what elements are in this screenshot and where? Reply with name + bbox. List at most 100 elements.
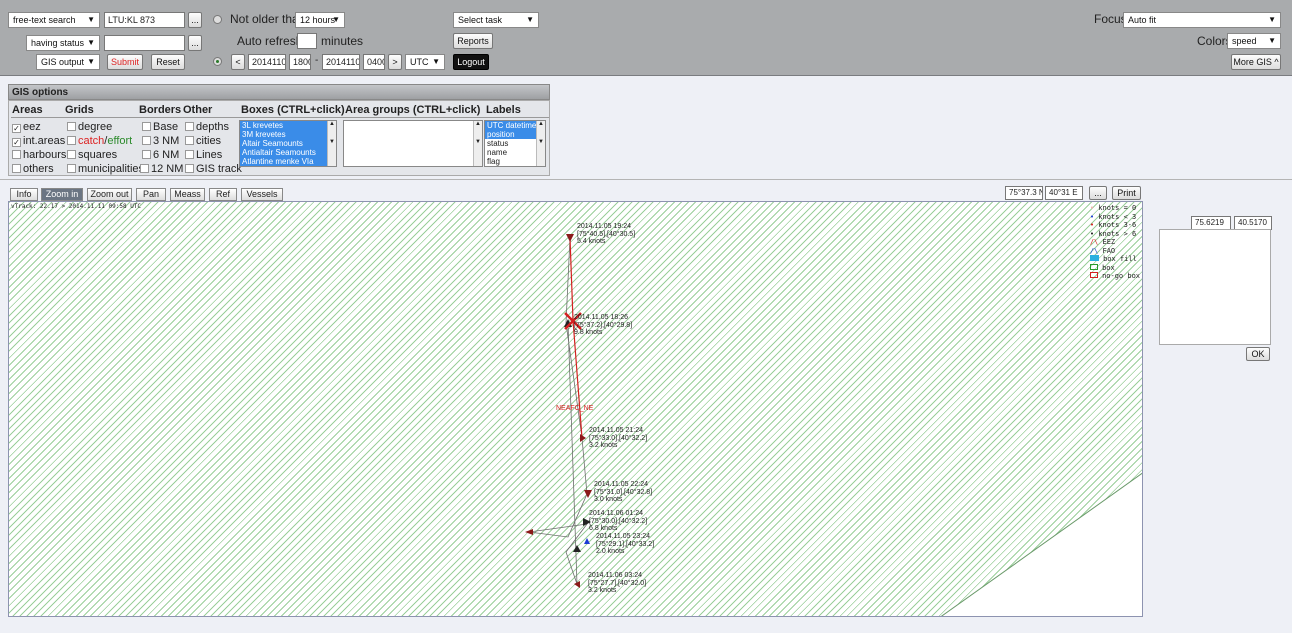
labels-listbox[interactable]: UTC datetime position status name flag ▲… xyxy=(484,120,546,167)
side-latitude-input[interactable]: 75.6219 xyxy=(1191,216,1231,230)
minutes-label: minutes xyxy=(321,34,364,48)
scrollbar[interactable]: ▲ ▼ xyxy=(536,121,545,166)
grid-catch-effort-checkbox[interactable]: catch/effort xyxy=(67,135,132,147)
latitude-readout[interactable]: 75°37.3 N xyxy=(1005,186,1043,200)
border-12nm-checkbox[interactable]: 12 NM xyxy=(140,163,183,175)
border-base-checkbox[interactable]: Base xyxy=(142,121,178,133)
timezone-select[interactable]: UTC ▼ xyxy=(405,54,445,70)
legend-item: no-go box xyxy=(1089,272,1140,281)
not-older-radio[interactable] xyxy=(213,15,222,24)
track-point-marker xyxy=(584,538,590,544)
checkmark-icon: ✓ xyxy=(12,124,21,133)
header-divider xyxy=(11,117,549,118)
track-point-marker xyxy=(525,529,533,535)
search-type-select[interactable]: free-text search ▼ xyxy=(8,12,100,28)
side-textarea[interactable] xyxy=(1159,229,1271,345)
auto-refresh-input[interactable] xyxy=(297,33,317,49)
logout-button[interactable]: Logout xyxy=(453,54,489,70)
map-canvas[interactable]: vTrack: 22.17 > 2014.11.11 09:58 UTC NEA… xyxy=(8,201,1143,617)
border-3nm-checkbox[interactable]: 3 NM xyxy=(142,135,179,147)
region-label: NEAFC_NE xyxy=(556,405,594,412)
border-6nm-checkbox[interactable]: 6 NM xyxy=(142,149,179,161)
measure-tool-button[interactable]: Meass xyxy=(170,188,205,201)
search-input[interactable]: LTU:KL 873 xyxy=(104,12,185,28)
date-prev-button[interactable]: < xyxy=(231,54,245,70)
coords-ellipsis-button[interactable]: ... xyxy=(1089,186,1107,200)
list-item[interactable]: Atlantine menke VIa xyxy=(240,157,336,166)
reports-button[interactable]: Reports xyxy=(453,33,493,49)
map-legend: • knots = 0 • knots < 3 • knots 3-6 • kn… xyxy=(1089,204,1140,281)
side-longitude-input[interactable]: 40.5170 xyxy=(1234,216,1272,230)
scrollbar[interactable]: ▲ ▼ xyxy=(473,121,482,166)
print-button[interactable]: Print xyxy=(1112,186,1141,200)
chevron-down-icon: ▼ xyxy=(87,57,95,66)
boxes-header: Boxes (CTRL+click) xyxy=(241,104,345,116)
ref-tool-button[interactable]: Ref xyxy=(209,188,237,201)
track-point-label: 2014.11.05 22:24 [75°31.0],[40°32.8] 3.0 k… xyxy=(594,481,653,503)
area-groups-listbox[interactable]: ▲ ▼ xyxy=(343,120,483,167)
other-depths-checkbox[interactable]: depths xyxy=(185,121,229,133)
grid-squares-checkbox[interactable]: squares xyxy=(67,149,117,161)
legend-item: • knots < 3 xyxy=(1089,212,1137,221)
auto-refresh-label: Auto refresh xyxy=(237,34,303,48)
pan-tool-button[interactable]: Pan xyxy=(136,188,166,201)
other-cities-checkbox[interactable]: cities xyxy=(185,135,221,147)
list-item[interactable]: 3M krevetes xyxy=(240,130,336,139)
date-next-button[interactable]: > xyxy=(388,54,402,70)
labels-header: Labels xyxy=(486,104,521,116)
search-ellipsis-button[interactable]: ... xyxy=(188,12,202,28)
output-select[interactable]: GIS output ▼ xyxy=(36,54,100,70)
status-select[interactable]: having status ▼ xyxy=(26,35,100,51)
vessels-tool-button[interactable]: Vessels xyxy=(241,188,283,201)
not-older-select[interactable]: 12 hours ▼ xyxy=(295,12,345,28)
chevron-down-icon: ▼ xyxy=(432,57,440,66)
date-from-input[interactable]: 20141105 xyxy=(248,54,286,70)
area-intareas-checkbox[interactable]: ✓ int.areas xyxy=(12,135,65,147)
time-from-input[interactable]: 1800 xyxy=(289,54,311,70)
time-to-input[interactable]: 0400 xyxy=(363,54,385,70)
list-item[interactable]: 3L krevetes xyxy=(240,121,336,130)
track-point-label: 2014.11.06 01:24 [75°30.0],[40°32.2] 6.8 k… xyxy=(589,510,648,532)
reset-button[interactable]: Reset xyxy=(151,54,185,70)
grid-degree-checkbox[interactable]: degree xyxy=(67,121,112,133)
submit-button[interactable]: Submit xyxy=(107,54,143,70)
grid-municipalities-checkbox[interactable]: municipalities xyxy=(67,163,144,175)
colors-select[interactable]: speed ▼ xyxy=(1227,33,1281,49)
section-divider xyxy=(0,179,1292,180)
info-tool-button[interactable]: Info xyxy=(10,188,38,201)
chevron-down-icon: ▼ xyxy=(526,15,534,24)
track-title: vTrack: 22.17 > 2014.11.11 09:58 UTC xyxy=(11,203,142,210)
focus-select[interactable]: Auto fit ▼ xyxy=(1123,12,1281,28)
date-range-radio[interactable] xyxy=(213,57,222,66)
longitude-readout[interactable]: 40°31 E xyxy=(1045,186,1083,200)
track-point-label: 2014.11.06 03:24 [75°27.7],[40°32.0] 3.2 k… xyxy=(588,572,647,594)
chevron-down-icon: ▼ xyxy=(332,15,340,24)
areas-header: Areas xyxy=(12,104,43,116)
scrollbar[interactable]: ▲ ▼ xyxy=(327,121,336,166)
legend-item: • knots > 6 xyxy=(1089,229,1137,238)
status-input[interactable] xyxy=(104,35,185,51)
boxes-listbox[interactable]: 3L krevetes 3M krevetes Altair Seamounts… xyxy=(239,120,337,167)
date-to-input[interactable]: 20141106 xyxy=(322,54,360,70)
list-item[interactable]: Antialtair Seamounts xyxy=(240,148,336,157)
task-select[interactable]: Select task ▼ xyxy=(453,12,539,28)
legend-item: /\ EEZ xyxy=(1089,238,1116,246)
track-point-label: 2014.11.05 19:24 [75°40.5],[40°30.5] 5.4 k… xyxy=(577,223,636,245)
area-harbours-checkbox[interactable]: harbours xyxy=(12,149,66,161)
more-gis-button[interactable]: More GIS ^ xyxy=(1231,54,1281,70)
track-point-marker xyxy=(580,434,586,442)
zoom-out-tool-button[interactable]: Zoom out xyxy=(87,188,132,201)
status-ellipsis-button[interactable]: ... xyxy=(188,35,202,51)
track-point-marker xyxy=(573,545,581,552)
legend-item: box fill xyxy=(1089,255,1140,264)
chevron-down-icon: ▼ xyxy=(87,15,95,24)
other-gistrack-checkbox[interactable]: GIS track xyxy=(185,163,242,175)
ok-button[interactable]: OK xyxy=(1246,347,1270,361)
chevron-down-icon: ▼ xyxy=(1268,36,1276,45)
area-others-checkbox[interactable]: others xyxy=(12,163,54,175)
legend-item: • knots = 0 xyxy=(1089,204,1137,212)
area-eez-checkbox[interactable]: ✓ eez xyxy=(12,121,41,133)
list-item[interactable]: Altair Seamounts xyxy=(240,139,336,148)
zoom-in-tool-button[interactable]: Zoom in xyxy=(41,188,83,201)
other-lines-checkbox[interactable]: Lines xyxy=(185,149,222,161)
